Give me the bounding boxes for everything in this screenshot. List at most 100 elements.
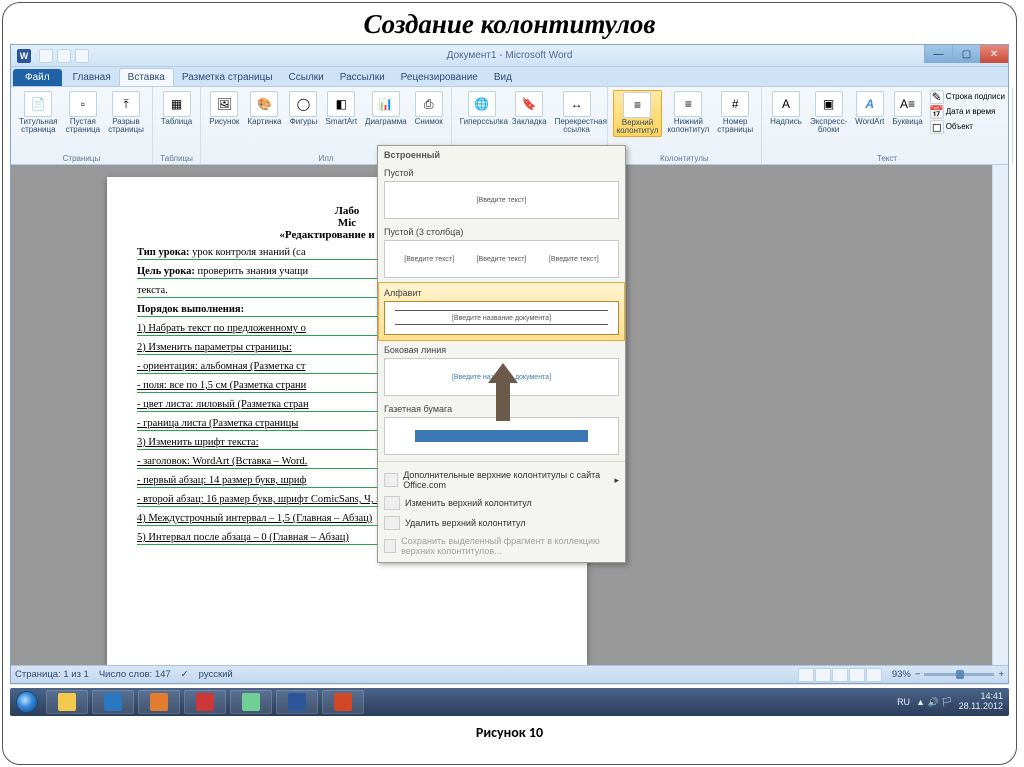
gallery-menu-item[interactable]: Удалить верхний колонтитул: [378, 513, 625, 533]
hyperlink-button[interactable]: 🌐Гиперссылка: [457, 90, 507, 127]
group-headers: ≡Верхний колонтитул ≡Нижний колонтитул #…: [608, 87, 763, 164]
page-break-icon: ⤒: [112, 91, 140, 117]
zoom-control[interactable]: 93% − +: [892, 669, 1004, 680]
cover-page-icon: 📄: [24, 91, 52, 117]
dropcap-icon: A≡: [894, 91, 922, 117]
windows-orb-icon: [16, 691, 38, 713]
taskbar: RU ▲ 🔊 🏳 14:41 28.11.2012: [10, 688, 1009, 716]
figure-caption: Рисунок 10: [3, 716, 1016, 741]
picture-button[interactable]: 🖼Рисунок: [206, 90, 242, 127]
taskbar-app-4[interactable]: [184, 690, 226, 714]
tab-layout[interactable]: Разметка страницы: [174, 69, 281, 86]
window-controls: — ▢ ✕: [924, 45, 1008, 63]
chart-button[interactable]: 📊Диаграмма: [362, 90, 410, 127]
gallery-menu-item: Сохранить выделенный фрагмент в коллекци…: [378, 533, 625, 559]
smartart-button[interactable]: ◧SmartArt: [322, 90, 360, 127]
quickparts-icon: ▣: [815, 91, 843, 117]
slide-title: Создание колонтитулов: [3, 3, 1016, 42]
status-bar: Страница: 1 из 1 Число слов: 147 ✓ русск…: [11, 665, 1008, 683]
footer-icon: ≡: [674, 91, 702, 117]
shapes-button[interactable]: ◯Фигуры: [286, 90, 320, 127]
tab-review[interactable]: Рецензирование: [393, 69, 486, 86]
tab-home[interactable]: Главная: [65, 69, 119, 86]
qat-undo-icon[interactable]: [57, 49, 71, 63]
menu-icon: [384, 516, 400, 530]
taskbar-app-2[interactable]: [92, 690, 134, 714]
close-button[interactable]: ✕: [980, 45, 1008, 63]
dropcap-button[interactable]: A≡Буквица: [889, 90, 925, 127]
minimize-button[interactable]: —: [924, 45, 952, 63]
taskbar-word[interactable]: [276, 690, 318, 714]
maximize-button[interactable]: ▢: [952, 45, 980, 63]
signature-icon: ✎: [930, 90, 944, 104]
gallery-item[interactable]: Пустой (3 столбца)[Введите текст][Введит…: [378, 223, 625, 282]
cover-page-button[interactable]: 📄Титульная страница: [16, 90, 61, 135]
page-number-icon: #: [721, 91, 749, 117]
header-gallery: Встроенный Пустой[Введите текст]Пустой (…: [377, 145, 626, 563]
quickparts-button[interactable]: ▣Экспресс-блоки: [807, 90, 850, 135]
gallery-item[interactable]: Пустой[Введите текст]: [378, 164, 625, 223]
group-tables: ▦Таблица Таблицы: [153, 87, 201, 164]
gallery-item[interactable]: Алфавит[Введите название документа]: [378, 282, 625, 341]
smartart-icon: ◧: [327, 91, 355, 117]
gallery-menu-item[interactable]: Дополнительные верхние колонтитулы с сай…: [378, 467, 625, 493]
status-page: Страница: 1 из 1: [15, 669, 89, 680]
tab-insert[interactable]: Вставка: [119, 68, 174, 86]
clipart-button[interactable]: 🎨Картинка: [244, 90, 284, 127]
date-icon: 📅: [930, 105, 944, 119]
table-button[interactable]: ▦Таблица: [158, 90, 195, 127]
screenshot-icon: ⎙: [415, 91, 443, 117]
bookmark-button[interactable]: 🔖Закладка: [509, 90, 550, 127]
blank-page-button[interactable]: ▫Пустая страница: [63, 90, 103, 135]
footer-button[interactable]: ≡Нижний колонтитул: [664, 90, 712, 135]
tray-date: 28.11.2012: [959, 702, 1003, 712]
textbox-button[interactable]: AНадпись: [767, 90, 805, 127]
gallery-menu-item[interactable]: Изменить верхний колонтитул: [378, 493, 625, 513]
wordart-icon: A: [856, 91, 884, 117]
menu-icon: [384, 539, 396, 553]
crossref-button[interactable]: ↔Перекрестная ссылка: [552, 90, 602, 135]
taskbar-app-1[interactable]: [46, 690, 88, 714]
wordart-button[interactable]: AWordArt: [852, 90, 887, 127]
header-icon: ≡: [623, 92, 651, 118]
screenshot-button[interactable]: ⎙Снимок: [412, 90, 446, 127]
gallery-heading: Встроенный: [378, 146, 625, 164]
tab-view[interactable]: Вид: [486, 69, 520, 86]
shapes-icon: ◯: [289, 91, 317, 117]
crossref-icon: ↔: [563, 91, 591, 117]
qat-save-icon[interactable]: [39, 49, 53, 63]
taskbar-powerpoint[interactable]: [322, 690, 364, 714]
system-tray[interactable]: RU ▲ 🔊 🏳 14:41 28.11.2012: [891, 692, 1009, 712]
clipart-icon: 🎨: [250, 91, 278, 117]
hyperlink-icon: 🌐: [468, 91, 496, 117]
menu-icon: [384, 473, 398, 487]
object-button[interactable]: ◻Объект: [928, 120, 1007, 134]
titlebar: W Документ1 - Microsoft Word — ▢ ✕: [11, 45, 1008, 67]
tray-icons: ▲ 🔊 🏳: [916, 697, 953, 708]
chart-icon: 📊: [372, 91, 400, 117]
ribbon-tabs: Файл Главная Вставка Разметка страницы С…: [11, 67, 1008, 87]
status-lang[interactable]: русский: [199, 669, 233, 680]
signature-line-button[interactable]: ✎Строка подписи: [928, 90, 1007, 104]
taskbar-app-3[interactable]: [138, 690, 180, 714]
date-time-button[interactable]: 📅Дата и время: [928, 105, 1007, 119]
status-proof-icon[interactable]: ✓: [181, 669, 189, 680]
vertical-scrollbar[interactable]: [992, 165, 1008, 672]
tab-mailings[interactable]: Рассылки: [332, 69, 393, 86]
qat-redo-icon[interactable]: [75, 49, 89, 63]
tab-references[interactable]: Ссылки: [281, 69, 332, 86]
start-button[interactable]: [10, 688, 44, 716]
quick-access-toolbar: [39, 49, 89, 63]
status-words: Число слов: 147: [99, 669, 171, 680]
file-tab[interactable]: Файл: [13, 69, 62, 86]
bookmark-icon: 🔖: [515, 91, 543, 117]
view-buttons[interactable]: [798, 668, 882, 682]
page-number-button[interactable]: #Номер страницы: [714, 90, 756, 135]
page-break-button[interactable]: ⤒Разрыв страницы: [105, 90, 147, 135]
taskbar-app-5[interactable]: [230, 690, 272, 714]
window-title: Документ1 - Microsoft Word: [447, 50, 573, 61]
header-button[interactable]: ≡Верхний колонтитул: [613, 90, 663, 137]
tray-lang: RU: [897, 697, 910, 707]
picture-icon: 🖼: [210, 91, 238, 117]
annotation-arrow: [488, 363, 518, 421]
